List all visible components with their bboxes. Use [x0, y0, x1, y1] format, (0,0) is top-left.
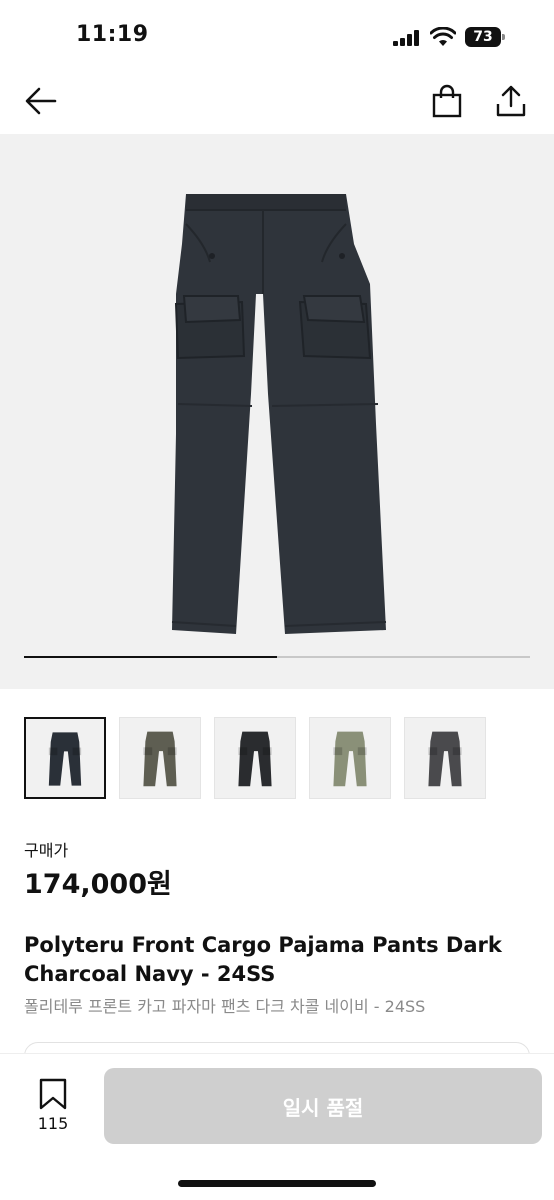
home-indicator — [178, 1180, 376, 1187]
product-image[interactable] — [0, 134, 554, 654]
shopping-bag-icon[interactable] — [430, 84, 464, 118]
bookmark-count: 115 — [37, 1114, 69, 1133]
battery-level: 73 — [473, 29, 493, 45]
thumbnail-pants-image — [238, 731, 272, 787]
color-thumbnails — [24, 717, 530, 801]
bookmark-icon — [39, 1078, 67, 1110]
price-label: 구매가 — [24, 841, 69, 860]
cellular-signal-icon — [393, 30, 421, 46]
bookmark-button[interactable]: 115 — [30, 1078, 76, 1138]
color-thumbnail[interactable] — [309, 717, 391, 799]
sold-out-button[interactable]: 일시 품절 — [104, 1068, 542, 1144]
color-thumbnail[interactable] — [119, 717, 201, 799]
nav-bar — [0, 70, 554, 134]
status-time: 11:19 — [76, 22, 149, 47]
arrow-left-icon[interactable] — [24, 84, 58, 118]
color-thumbnail[interactable] — [404, 717, 486, 799]
thumbnail-pants-image — [428, 731, 462, 787]
bottom-action-bar: 115 일시 품절 — [0, 1054, 554, 1200]
color-thumbnail[interactable] — [24, 717, 106, 799]
thumbnail-pants-image — [143, 731, 177, 787]
status-bar: 11:19 73 — [0, 0, 554, 70]
thumbnail-pants-image — [48, 732, 82, 786]
share-icon[interactable] — [494, 84, 528, 118]
product-subtitle: 폴리테루 프론트 카고 파자마 팬츠 다크 차콜 네이비 - 24SS — [24, 997, 426, 1016]
thumbnail-pants-image — [333, 731, 367, 787]
cargo-pants-illustration — [171, 194, 387, 634]
product-gallery[interactable] — [0, 134, 554, 689]
price-value: 174,000원 — [24, 869, 172, 900]
color-thumbnail[interactable] — [214, 717, 296, 799]
gallery-progress-track — [24, 656, 530, 658]
battery-icon: 73 — [465, 27, 505, 47]
product-title: Polyteru Front Cargo Pajama Pants Dark C… — [24, 933, 502, 986]
wifi-icon — [430, 27, 456, 46]
gallery-progress-fill — [24, 656, 277, 658]
